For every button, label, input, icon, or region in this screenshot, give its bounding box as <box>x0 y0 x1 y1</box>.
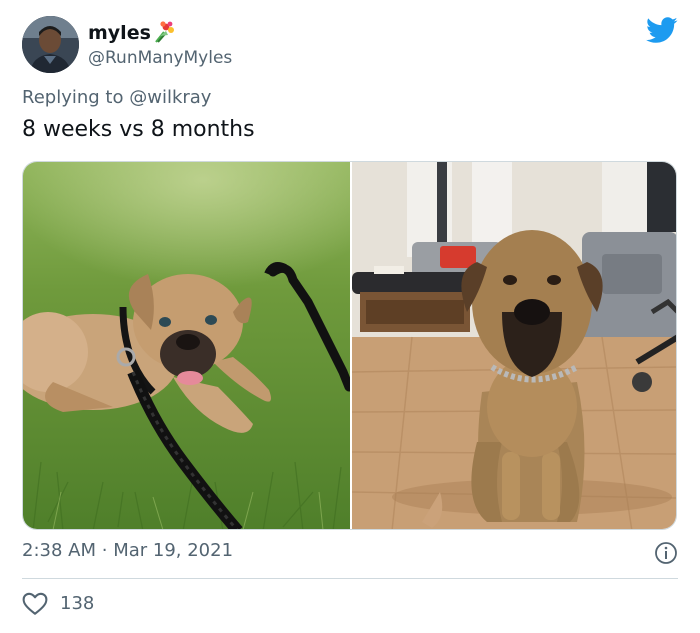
tweet-timestamp[interactable]: 2:38 AM · Mar 19, 2021 <box>22 540 233 561</box>
bouquet-emoji <box>155 21 174 43</box>
avatar[interactable] <box>22 16 79 73</box>
tweet-card: myles @RunManyMyles Replying to @wilkray… <box>0 0 700 633</box>
reply-context: Replying to @wilkray <box>22 87 211 108</box>
like-count[interactable]: 138 <box>60 593 94 614</box>
tweet-text: 8 weeks vs 8 months <box>22 117 255 142</box>
grown-dog-photo[interactable] <box>352 162 677 530</box>
puppy-photo[interactable] <box>23 162 350 530</box>
divider <box>22 578 678 579</box>
user-handle[interactable]: @RunManyMyles <box>88 48 232 68</box>
heart-icon[interactable] <box>22 592 48 616</box>
tweet-date: Mar 19, 2021 <box>113 540 234 561</box>
timestamp-separator: · <box>101 540 108 561</box>
tweet-time: 2:38 AM <box>22 540 96 561</box>
display-name[interactable]: myles <box>88 22 151 44</box>
media-grid[interactable] <box>22 161 677 530</box>
avatar-image <box>22 16 79 73</box>
reply-prefix: Replying to <box>22 87 124 108</box>
twitter-bird-icon[interactable] <box>646 17 678 44</box>
reply-mention-link[interactable]: @wilkray <box>129 87 211 108</box>
info-icon[interactable] <box>654 541 678 565</box>
